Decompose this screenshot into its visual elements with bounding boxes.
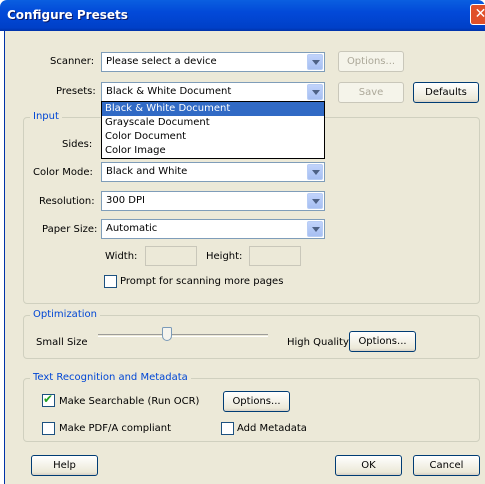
high-quality-label: High Quality (287, 337, 349, 348)
resolution-value: 300 DPI (106, 195, 145, 206)
make-searchable-label: Make Searchable (Run OCR) (59, 396, 200, 407)
close-icon: ✕ (474, 6, 485, 22)
prompt-label: Prompt for scanning more pages (120, 276, 284, 287)
scanner-value: Please select a device (106, 56, 217, 67)
width-label: Width: (105, 251, 138, 262)
pdfa-checkbox[interactable] (42, 422, 55, 435)
small-size-label: Small Size (36, 337, 88, 348)
color-mode-value: Black and White (106, 166, 188, 177)
width-field[interactable] (145, 246, 197, 266)
optimization-legend: Optimization (30, 309, 100, 320)
quality-slider-thumb[interactable] (162, 327, 172, 341)
chevron-down-icon (307, 221, 323, 237)
ocr-options-button[interactable]: Options... (223, 391, 290, 412)
close-button[interactable]: ✕ (470, 4, 485, 25)
color-mode-label: Color Mode: (33, 167, 93, 178)
sides-label: Sides: (62, 139, 93, 150)
scanner-select[interactable]: Please select a device (101, 52, 325, 72)
paper-size-value: Automatic (106, 223, 158, 234)
optimization-options-button[interactable]: Options... (349, 331, 416, 352)
dialog-body: Scanner: Please select a device Options.… (4, 31, 485, 484)
height-label: Height: (206, 251, 243, 262)
pdfa-label: Make PDF/A compliant (59, 423, 172, 434)
make-searchable-checkbox[interactable]: ✔ (42, 392, 55, 407)
presets-label: Presets: (56, 86, 96, 97)
window-title: Configure Presets (7, 8, 128, 22)
checkmark-icon: ✔ (43, 392, 54, 406)
title-bar: Configure Presets ✕ (0, 0, 485, 31)
save-button[interactable]: Save (338, 82, 404, 103)
presets-option[interactable]: Color Image (102, 144, 324, 158)
presets-dropdown-list: Black & White Document Grayscale Documen… (101, 101, 325, 159)
presets-select[interactable]: Black & White Document (101, 82, 325, 102)
input-legend: Input (30, 111, 62, 122)
quality-slider-track[interactable] (98, 334, 268, 337)
presets-option[interactable]: Color Document (102, 130, 324, 144)
presets-option[interactable]: Grayscale Document (102, 116, 324, 130)
chevron-down-icon (307, 164, 323, 180)
chevron-down-icon (307, 54, 323, 70)
resolution-label: Resolution: (39, 196, 95, 207)
defaults-button[interactable]: Defaults (413, 82, 479, 103)
add-metadata-label: Add Metadata (237, 423, 307, 434)
paper-size-label: Paper Size: (42, 224, 98, 235)
height-field[interactable] (249, 246, 301, 266)
chevron-down-icon (307, 193, 323, 209)
presets-value: Black & White Document (106, 86, 232, 97)
ok-button[interactable]: OK (335, 455, 402, 476)
cancel-button[interactable]: Cancel (413, 455, 480, 476)
scanner-options-button[interactable]: Options... (338, 51, 404, 72)
chevron-down-icon (307, 84, 323, 100)
resolution-select[interactable]: 300 DPI (101, 191, 325, 211)
help-button[interactable]: Help (31, 455, 98, 476)
scanner-label: Scanner: (50, 56, 95, 67)
add-metadata-checkbox[interactable] (221, 422, 234, 435)
color-mode-select[interactable]: Black and White (101, 162, 325, 182)
paper-size-select[interactable]: Automatic (101, 219, 325, 239)
prompt-checkbox[interactable] (104, 275, 117, 288)
ocr-legend: Text Recognition and Metadata (30, 372, 191, 383)
presets-option[interactable]: Black & White Document (102, 102, 324, 116)
